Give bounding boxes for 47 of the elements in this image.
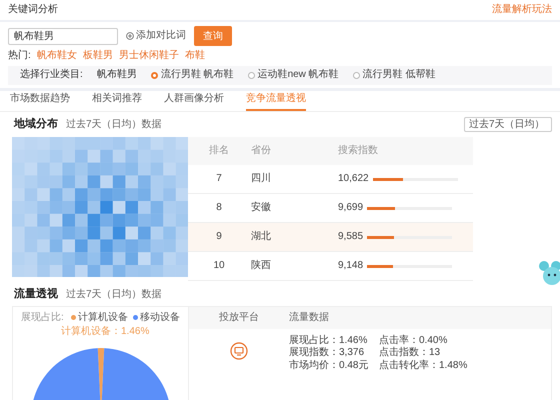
index-value: 9,148 bbox=[338, 260, 364, 272]
column-header: 投放平台 bbox=[218, 312, 260, 324]
metric-text: 点击转化率：1.48% bbox=[379, 360, 468, 372]
index-value: 10,622 bbox=[338, 173, 369, 185]
province-cell: 安徽 bbox=[251, 202, 271, 214]
rank-cell: 8 bbox=[216, 202, 222, 214]
hot-label: 热门: bbox=[8, 50, 31, 62]
period-dropdown[interactable]: 过去7天（日均） bbox=[464, 116, 552, 132]
category-radio[interactable]: 流行男鞋 帆布鞋 bbox=[150, 69, 234, 81]
category-radio[interactable]: 运动鞋new 帆布鞋 bbox=[248, 69, 339, 81]
province-cell: 湖北 bbox=[251, 231, 271, 242]
metric-text: 点击率：0.40% bbox=[379, 334, 448, 346]
add-compare-link[interactable]: 添加对比词 bbox=[126, 30, 186, 42]
category-radio[interactable]: 流行男鞋 低帮鞋 bbox=[352, 69, 436, 81]
metric-text: 展现占比：1.46% bbox=[289, 334, 368, 346]
section-title: 地域分布 bbox=[14, 118, 58, 131]
section-subtitle: 过去7天（日均）数据 bbox=[66, 289, 162, 300]
rank-cell: 10 bbox=[213, 260, 225, 272]
chart-title: 展现占比: bbox=[21, 312, 64, 324]
category-keyword: 帆布鞋男 bbox=[96, 69, 137, 81]
tab[interactable]: 相关词推荐 bbox=[92, 93, 142, 110]
column-header: 排名 bbox=[209, 145, 229, 156]
mascot-drawing[interactable] bbox=[538, 258, 560, 288]
pie-label: 计算机设备：1.46% bbox=[61, 326, 150, 338]
legend-item: 移动设备 bbox=[133, 312, 180, 324]
rank-cell: 9 bbox=[216, 231, 222, 242]
index-value: 9,585 bbox=[338, 231, 364, 243]
category-label: 选择行业类目: bbox=[20, 69, 83, 81]
rank-cell: 7 bbox=[216, 173, 222, 184]
column-header: 省份 bbox=[251, 145, 271, 156]
legend-item: 计算机设备 bbox=[71, 312, 128, 324]
tab[interactable]: 人群画像分析 bbox=[164, 93, 224, 110]
index-value: 9,699 bbox=[338, 202, 364, 214]
page-title: 关键词分析 bbox=[8, 4, 58, 16]
keyword-input[interactable]: 帆布鞋男 bbox=[8, 28, 118, 44]
metric-text: 展现指数：3,376 bbox=[289, 347, 366, 359]
province-cell: 陕西 bbox=[251, 260, 271, 272]
province-cell: 四川 bbox=[251, 173, 271, 184]
column-header: 流量数据 bbox=[289, 312, 329, 324]
column-header: 搜索指数 bbox=[338, 145, 378, 156]
metric-text: 市场均价：0.48元 bbox=[289, 360, 370, 372]
metric-text: 点击指数：13 bbox=[379, 347, 442, 359]
monitor-icon bbox=[230, 342, 248, 360]
tab[interactable]: 市场数据趋势 bbox=[10, 93, 70, 110]
section-title: 流量透视 bbox=[14, 288, 58, 301]
section-subtitle: 过去7天（日均）数据 bbox=[66, 118, 162, 130]
plus-circle-icon bbox=[126, 32, 134, 40]
